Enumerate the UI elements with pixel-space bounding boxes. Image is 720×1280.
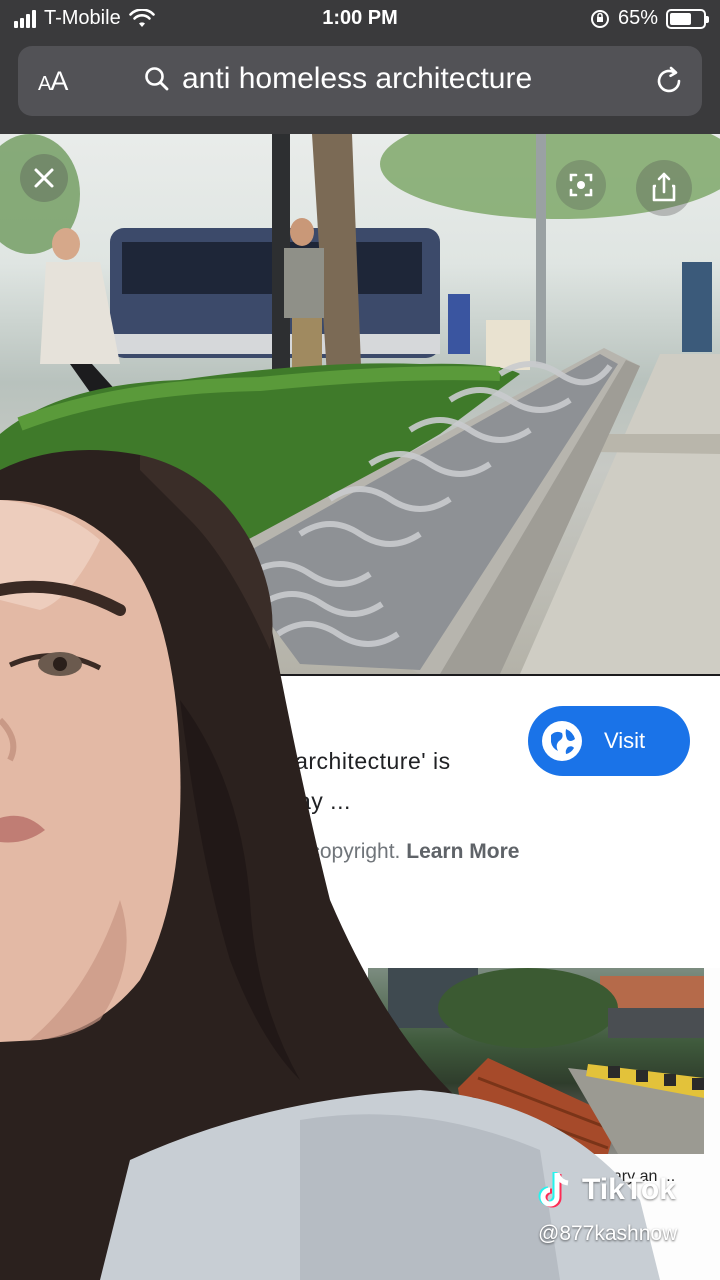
copyright-notice: to copyright. Learn More: [286, 840, 519, 864]
orientation-lock-icon: [590, 9, 609, 28]
text-size-button[interactable]: AA: [38, 66, 68, 97]
result-title-line2[interactable]: say ...: [286, 788, 351, 815]
result-card: Visit nsive architecture' is say ... to …: [0, 676, 720, 968]
lens-search-button[interactable]: [556, 160, 606, 210]
visit-label: Visit: [604, 728, 646, 753]
share-button[interactable]: [636, 160, 692, 216]
copyright-text: to copyright.: [286, 840, 401, 863]
share-icon: [652, 172, 676, 202]
related-image-thumbnail[interactable]: [368, 968, 704, 1154]
result-title-line1[interactable]: nsive architecture' is: [232, 748, 451, 775]
globe-icon: [542, 721, 582, 761]
result-image[interactable]: [0, 134, 720, 674]
tiktok-logo-icon: [538, 1172, 569, 1208]
browser-chrome: T-Mobile 1:00 PM 65% AA anti homeless ar…: [0, 0, 720, 134]
learn-more-link[interactable]: Learn More: [406, 840, 519, 863]
search-icon: [145, 67, 169, 91]
close-image-button[interactable]: [20, 154, 68, 202]
tiktok-brand: TikTok: [582, 1173, 676, 1206]
tiktok-watermark: TikTok @877kashnow: [538, 1170, 677, 1246]
bench-photo: [388, 968, 704, 1154]
close-icon: [34, 168, 54, 188]
reload-icon[interactable]: [652, 64, 686, 98]
address-bar[interactable]: AA anti homeless architecture: [18, 46, 702, 116]
visit-button[interactable]: Visit: [528, 706, 690, 776]
street-photo: [0, 134, 720, 674]
battery-icon: [666, 8, 709, 29]
battery-percent: 65%: [617, 7, 658, 29]
creator-handle: @877kashnow: [538, 1222, 678, 1245]
status-bar: T-Mobile 1:00 PM 65%: [0, 0, 720, 38]
lens-icon: [569, 173, 593, 197]
search-query[interactable]: anti homeless architecture: [182, 62, 532, 96]
